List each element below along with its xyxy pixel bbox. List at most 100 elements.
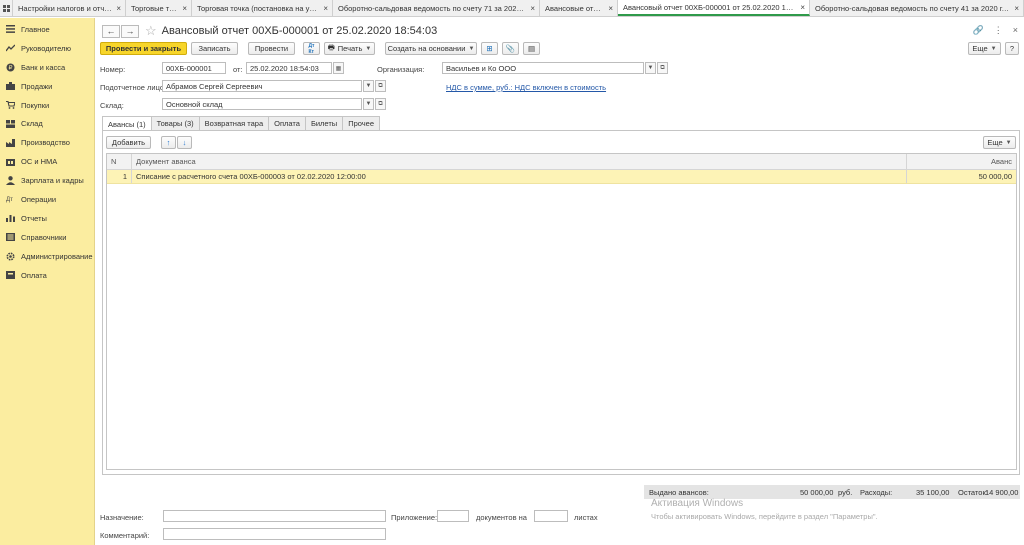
tab-trade-points[interactable]: Торговые точки × [126,0,192,16]
sidebar-item-sales[interactable]: Продажи [0,77,94,96]
favorite-star-icon[interactable]: ☆ [145,23,157,39]
close-icon[interactable]: × [1014,4,1019,13]
accountable-person-field[interactable]: Абрамов Сергей Сергеевич [162,80,362,92]
table-row[interactable]: 1 Списание с расчетного счета 00ХБ-00000… [107,170,1016,184]
post-button[interactable]: Провести [248,42,295,55]
close-icon[interactable]: × [800,3,805,12]
organization-field[interactable]: Васильев и Ко ООО [442,62,644,74]
more-button[interactable]: Еще ▼ [968,42,1001,55]
close-icon[interactable]: × [608,4,613,13]
balance-label: Остаток: [958,487,988,497]
close-icon[interactable]: × [182,4,187,13]
tab-osv-41[interactable]: Оборотно-сальдовая ведомость по счету 41… [810,0,1024,16]
totals-bar: Выдано авансов: 50 000,00 руб. Расходы: … [644,485,1020,499]
post-and-close-button[interactable]: Провести и закрыть [100,42,187,55]
back-button[interactable]: ← [102,24,120,38]
sidebar-item-purchases[interactable]: Покупки [0,96,94,115]
warehouse-field[interactable]: Основной склад [162,98,362,110]
sidebar-item-catalogs[interactable]: Справочники [0,228,94,247]
organization-open-button[interactable]: ⧉ [657,62,668,74]
close-icon[interactable]: × [1013,25,1018,36]
sheets-label: листах [574,513,598,522]
number-field[interactable]: 00ХБ-000001 [162,62,226,74]
sidebar-item-operations[interactable]: Дт Операции [0,190,94,209]
print-button[interactable]: 🖶 Печать ▼ [324,42,375,55]
column-header-document[interactable]: Документ аванса [132,154,907,169]
attachment-label: Приложение: [391,513,438,522]
attach-button[interactable]: 📎 [502,42,519,55]
register-button[interactable]: ▤ [523,42,540,55]
tab-taxes-settings[interactable]: Настройки налогов и отчетов × [13,0,126,16]
add-row-button[interactable]: Добавить [106,136,151,149]
save-button[interactable]: Записать [191,42,238,55]
expenses-label: Расходы: [860,487,893,497]
sidebar-item-director[interactable]: Руководителю [0,39,94,58]
date-field[interactable]: 25.02.2020 18:54:03 [246,62,332,74]
sidebar-item-reports[interactable]: Отчеты [0,209,94,228]
book-icon [4,233,16,242]
sidebar-item-payment[interactable]: Оплата [0,266,94,285]
column-header-n[interactable]: N [107,154,132,169]
tab-osv-71[interactable]: Оборотно-сальдовая ведомость по счету 71… [333,0,540,16]
tab-goods[interactable]: Товары (3) [150,116,200,130]
svg-text:Дт: Дт [6,197,13,203]
tab-label: Оборотно-сальдовая ведомость по счету 71… [338,3,527,13]
sidebar-item-admin[interactable]: Администрирование [0,247,94,266]
comment-label: Комментарий: [100,531,150,540]
sidebar-item-production[interactable]: Производство [0,133,94,152]
tab-tickets[interactable]: Билеты [304,116,344,130]
dt-kt-button[interactable]: Дт Кт [303,42,320,55]
cell-document: Списание с расчетного счета 00ХБ-000003 … [132,170,907,183]
apps-grid-icon[interactable] [0,0,13,16]
tab-advances[interactable]: Авансы (1) [102,116,152,131]
tab-returnable-packaging[interactable]: Возвратная тара [198,116,270,130]
warehouse-dropdown[interactable]: ▼ [363,98,374,110]
structure-button[interactable]: ⊞ [481,42,498,55]
link-icon[interactable]: 🔗 [973,25,984,36]
sidebar-item-salary[interactable]: Зарплата и кадры [0,171,94,190]
comment-field[interactable] [163,528,386,540]
sidebar-item-bank[interactable]: ₽ Банк и касса [0,58,94,77]
windows-activation-hint: Чтобы активировать Windows, перейдите в … [651,512,878,521]
forward-button[interactable]: → [121,24,139,38]
chevron-down-icon: ▼ [647,65,654,71]
cell-amount: 50 000,00 [978,172,1012,181]
move-down-button[interactable]: ↓ [177,136,192,149]
move-up-button[interactable]: ↑ [161,136,176,149]
sidebar-item-main[interactable]: Главное [0,20,94,39]
assets-icon [4,158,16,166]
warehouse-open-button[interactable]: ⧉ [375,98,386,110]
attachment-count-field[interactable] [437,510,469,522]
calendar-button[interactable]: ▦ [333,62,344,74]
accountable-person-dropdown[interactable]: ▼ [363,80,374,92]
accountable-person-open-button[interactable]: ⧉ [375,80,386,92]
open-link-icon: ⧉ [378,100,383,107]
form-tabs: Авансы (1) Товары (3) Возвратная тара Оп… [102,116,381,131]
title-bar: ← → ☆ Авансовый отчет 00ХБ-000001 от 25.… [102,23,437,39]
tab-other[interactable]: Прочее [342,116,381,130]
balance-value: 14 900,00 [985,487,1019,497]
chart-line-icon [4,44,16,52]
vat-settings-link[interactable]: НДС в сумме, руб.: НДС включен в стоимос… [446,83,606,92]
tab-advance-report-active[interactable]: Авансовый отчет 00ХБ-000001 от 25.02.202… [618,0,810,16]
sidebar-item-assets[interactable]: ОС и НМА [0,152,94,171]
close-icon[interactable]: × [323,4,328,13]
table-more-button[interactable]: Еще ▼ [983,136,1016,149]
sales-icon [4,82,16,91]
chevron-down-icon: ▼ [365,83,372,89]
tab-payment[interactable]: Оплата [268,116,306,130]
sheets-count-field[interactable] [534,510,568,522]
tab-trade-point-registration[interactable]: Торговая точка (постановка на учет) * × [192,0,333,16]
help-button[interactable]: ? [1005,42,1019,55]
create-based-on-button[interactable]: Создать на основании ▼ [385,42,477,55]
close-icon[interactable]: × [116,4,121,13]
sidebar-item-warehouse[interactable]: Склад [0,114,94,133]
sidebar-item-label: Производство [21,138,70,148]
organization-dropdown[interactable]: ▼ [645,62,656,74]
calendar-icon: ▦ [335,65,342,72]
close-icon[interactable]: × [530,4,535,13]
more-vert-icon[interactable]: ⋮ [994,25,1003,36]
purpose-field[interactable] [163,510,386,522]
tab-advance-reports[interactable]: Авансовые отчеты × [540,0,618,16]
column-header-amount[interactable]: Аванс [907,154,1016,169]
